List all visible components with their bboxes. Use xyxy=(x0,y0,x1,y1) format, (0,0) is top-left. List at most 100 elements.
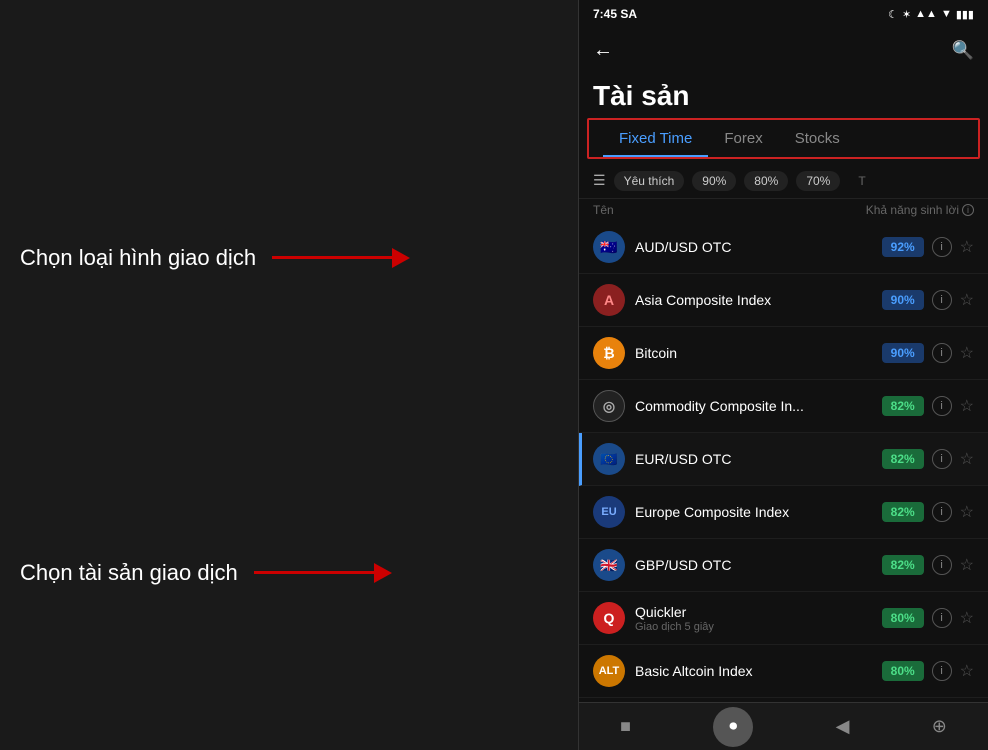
star-button-europe[interactable]: ☆ xyxy=(960,502,974,522)
asset-item-bitcoin[interactable]: ₿ Bitcoin 90% i ☆ xyxy=(579,327,988,380)
asset-info-quickler: Quickler Giao dịch 5 giây xyxy=(635,604,882,633)
asset-right-asia: 90% i ☆ xyxy=(882,290,974,310)
asset-right-btc: 90% i ☆ xyxy=(882,343,974,363)
asset-name-quickler: Quickler xyxy=(635,604,882,620)
search-button[interactable]: 🔍 xyxy=(952,40,974,61)
status-icons: ☾ ✶ ▲▲ ▼ ▮▮▮ xyxy=(888,8,974,21)
profit-info-icon[interactable]: i xyxy=(962,204,974,216)
asset-item-gold[interactable]: G Gold OTC 80% i ☆ xyxy=(579,698,988,702)
filter-t[interactable]: T xyxy=(848,171,875,191)
tabs-container: Fixed Time Forex Stocks xyxy=(587,118,980,159)
asset-info-altcoin: Basic Altcoin Index xyxy=(635,663,882,679)
bottom-annotation: Chọn tài sản giao dịch xyxy=(20,560,550,586)
top-arrow-line xyxy=(272,256,392,259)
asset-item-eur-usd[interactable]: 🇪🇺 EUR/USD OTC 82% i ☆ xyxy=(579,433,988,486)
asset-icon-aud: 🇦🇺 xyxy=(593,231,625,263)
asset-info-gbp: GBP/USD OTC xyxy=(635,557,882,573)
asset-name-aud: AUD/USD OTC xyxy=(635,239,882,255)
asset-icon-quickler: Q xyxy=(593,602,625,634)
top-arrow xyxy=(272,248,410,268)
tab-forex[interactable]: Forex xyxy=(708,120,778,157)
asset-right-gbp: 82% i ☆ xyxy=(882,555,974,575)
filter-70[interactable]: 70% xyxy=(796,171,840,191)
asset-item-commodity[interactable]: ◎ Commodity Composite In... 82% i ☆ xyxy=(579,380,988,433)
asset-name-eur: EUR/USD OTC xyxy=(635,451,882,467)
info-button-aud[interactable]: i xyxy=(932,237,952,257)
status-time: 7:45 SA xyxy=(593,7,637,21)
moon-icon: ☾ xyxy=(888,8,898,21)
page-title: Tài sản xyxy=(579,72,988,118)
asset-icon-eur: 🇪🇺 xyxy=(593,443,625,475)
asset-right-aud: 92% i ☆ xyxy=(882,237,974,257)
bluetooth-icon: ✶ xyxy=(902,8,911,21)
top-annotation-text: Chọn loại hình giao dịch xyxy=(20,245,256,271)
asset-name-altcoin: Basic Altcoin Index xyxy=(635,663,882,679)
bottom-arrow-head xyxy=(374,563,392,583)
tab-stocks[interactable]: Stocks xyxy=(779,120,856,157)
profit-badge-commodity: 82% xyxy=(882,396,924,416)
filter-favorites[interactable]: Yêu thích xyxy=(614,171,685,191)
phone-mockup: 7:45 SA ☾ ✶ ▲▲ ▼ ▮▮▮ ← 🔍 Tài sản Fixed T… xyxy=(578,0,988,750)
info-button-quickler[interactable]: i xyxy=(932,608,952,628)
star-button-asia[interactable]: ☆ xyxy=(960,290,974,310)
battery-icon: ▮▮▮ xyxy=(956,8,974,21)
star-button-aud[interactable]: ☆ xyxy=(960,237,974,257)
info-button-altcoin[interactable]: i xyxy=(932,661,952,681)
nav-square-button[interactable]: ■ xyxy=(620,716,631,737)
nav-home-button[interactable]: ⏺ xyxy=(713,707,753,747)
star-button-quickler[interactable]: ☆ xyxy=(960,608,974,628)
asset-name-btc: Bitcoin xyxy=(635,345,882,361)
tab-fixed-time[interactable]: Fixed Time xyxy=(603,120,708,157)
bottom-nav: ■ ⏺ ◀ ⊕ xyxy=(579,702,988,750)
profit-badge-asia: 90% xyxy=(882,290,924,310)
asset-info-commodity: Commodity Composite In... xyxy=(635,398,882,414)
info-button-commodity[interactable]: i xyxy=(932,396,952,416)
wifi-icon: ▼ xyxy=(941,8,952,20)
asset-name-europe: Europe Composite Index xyxy=(635,504,882,520)
asset-right-europe: 82% i ☆ xyxy=(882,502,974,522)
star-button-eur[interactable]: ☆ xyxy=(960,449,974,469)
asset-right-eur: 82% i ☆ xyxy=(882,449,974,469)
col-name-header: Tên xyxy=(593,203,614,217)
info-button-eur[interactable]: i xyxy=(932,449,952,469)
info-button-europe[interactable]: i xyxy=(932,502,952,522)
info-button-gbp[interactable]: i xyxy=(932,555,952,575)
asset-icon-commodity: ◎ xyxy=(593,390,625,422)
profit-badge-btc: 90% xyxy=(882,343,924,363)
asset-name-commodity: Commodity Composite In... xyxy=(635,398,882,414)
col-profit-header: Khả năng sinh lời i xyxy=(866,203,974,217)
bottom-arrow-line xyxy=(254,571,374,574)
profit-badge-altcoin: 80% xyxy=(882,661,924,681)
asset-icon-asia: A xyxy=(593,284,625,316)
status-bar: 7:45 SA ☾ ✶ ▲▲ ▼ ▮▮▮ xyxy=(579,0,988,28)
star-button-altcoin[interactable]: ☆ xyxy=(960,661,974,681)
back-button[interactable]: ← xyxy=(593,39,613,62)
top-arrow-head xyxy=(392,248,410,268)
nav-back-button[interactable]: ◀ xyxy=(836,716,850,737)
profit-badge-gbp: 82% xyxy=(882,555,924,575)
asset-item-europe[interactable]: EU Europe Composite Index 82% i ☆ xyxy=(579,486,988,539)
filter-80[interactable]: 80% xyxy=(744,171,788,191)
star-button-gbp[interactable]: ☆ xyxy=(960,555,974,575)
annotation-area: Chọn loại hình giao dịch Chọn tài sản gi… xyxy=(0,0,570,750)
asset-item-asia[interactable]: A Asia Composite Index 90% i ☆ xyxy=(579,274,988,327)
bottom-annotation-text: Chọn tài sản giao dịch xyxy=(20,560,238,586)
info-button-btc[interactable]: i xyxy=(932,343,952,363)
profit-badge-quickler: 80% xyxy=(882,608,924,628)
nav-menu-button[interactable]: ⊕ xyxy=(932,716,947,737)
star-button-commodity[interactable]: ☆ xyxy=(960,396,974,416)
asset-item-aud-usd[interactable]: 🇦🇺 AUD/USD OTC 92% i ☆ xyxy=(579,221,988,274)
asset-icon-btc: ₿ xyxy=(593,337,625,369)
asset-info-btc: Bitcoin xyxy=(635,345,882,361)
info-button-asia[interactable]: i xyxy=(932,290,952,310)
asset-item-gbp-usd[interactable]: 🇬🇧 GBP/USD OTC 82% i ☆ xyxy=(579,539,988,592)
asset-item-quickler[interactable]: Q Quickler Giao dịch 5 giây 80% i ☆ xyxy=(579,592,988,645)
asset-info-aud: AUD/USD OTC xyxy=(635,239,882,255)
asset-icon-altcoin: ALT xyxy=(593,655,625,687)
asset-item-altcoin[interactable]: ALT Basic Altcoin Index 80% i ☆ xyxy=(579,645,988,698)
profit-badge-aud: 92% xyxy=(882,237,924,257)
filter-icon[interactable]: ☰ xyxy=(593,172,606,189)
filter-90[interactable]: 90% xyxy=(692,171,736,191)
asset-name-asia: Asia Composite Index xyxy=(635,292,882,308)
star-button-btc[interactable]: ☆ xyxy=(960,343,974,363)
